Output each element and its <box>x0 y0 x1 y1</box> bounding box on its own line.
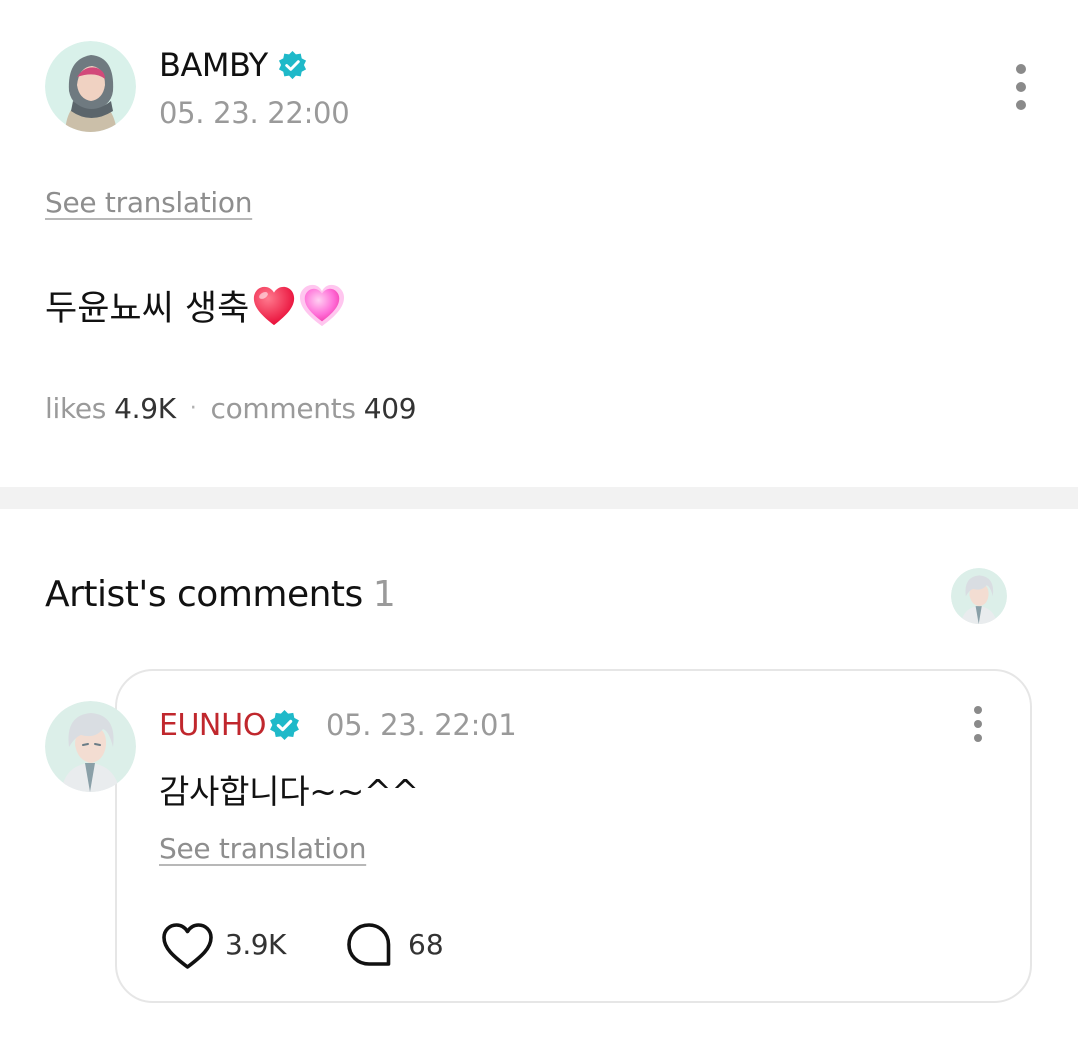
likes-count[interactable]: 4.9K <box>114 392 176 425</box>
comment-like-count: 3.9K <box>225 928 286 961</box>
stats-separator: · <box>189 396 197 421</box>
eunho-avatar[interactable] <box>45 701 136 792</box>
post-timestamp: 05. 23. 22:00 <box>159 96 350 130</box>
post-body-text: 두윤뇨씨 생축 <box>45 289 250 329</box>
artist-comments-title: Artist's comments <box>45 574 363 615</box>
post-more-menu-icon[interactable] <box>1006 64 1036 110</box>
section-divider <box>0 487 1078 509</box>
red-heart-emoji-icon <box>254 286 295 325</box>
growing-pink-heart-emoji-icon <box>300 284 345 326</box>
verified-badge-icon <box>268 709 301 742</box>
post-body: 두윤뇨씨 생축 <box>45 280 345 331</box>
bamby-avatar[interactable] <box>45 41 136 132</box>
artist-comments-header: Artist's comments 1 <box>45 574 396 615</box>
verified-badge-icon <box>277 50 308 81</box>
comment-body-text: 감사합니다~~^^ <box>159 772 419 811</box>
artist-comments-count: 1 <box>372 574 396 615</box>
artist-filter-avatar[interactable] <box>951 568 1007 624</box>
post-see-translation-link[interactable]: See translation <box>45 186 252 219</box>
post-author-name[interactable]: BAMBY <box>159 46 268 84</box>
likes-label: likes <box>45 392 107 425</box>
comments-label: comments <box>210 392 357 425</box>
post-stats: likes 4.9K · comments 409 <box>45 392 417 425</box>
comment-author-name[interactable]: EUNHO <box>159 708 267 743</box>
comment-see-translation-link[interactable]: See translation <box>159 832 366 865</box>
comments-count[interactable]: 409 <box>364 392 417 425</box>
speech-bubble-icon[interactable] <box>345 921 393 969</box>
heart-outline-icon[interactable] <box>160 921 215 971</box>
comment-timestamp: 05. 23. 22:01 <box>326 708 517 742</box>
comment-more-menu-icon[interactable] <box>963 706 993 746</box>
comment-reply-count: 68 <box>408 928 444 961</box>
